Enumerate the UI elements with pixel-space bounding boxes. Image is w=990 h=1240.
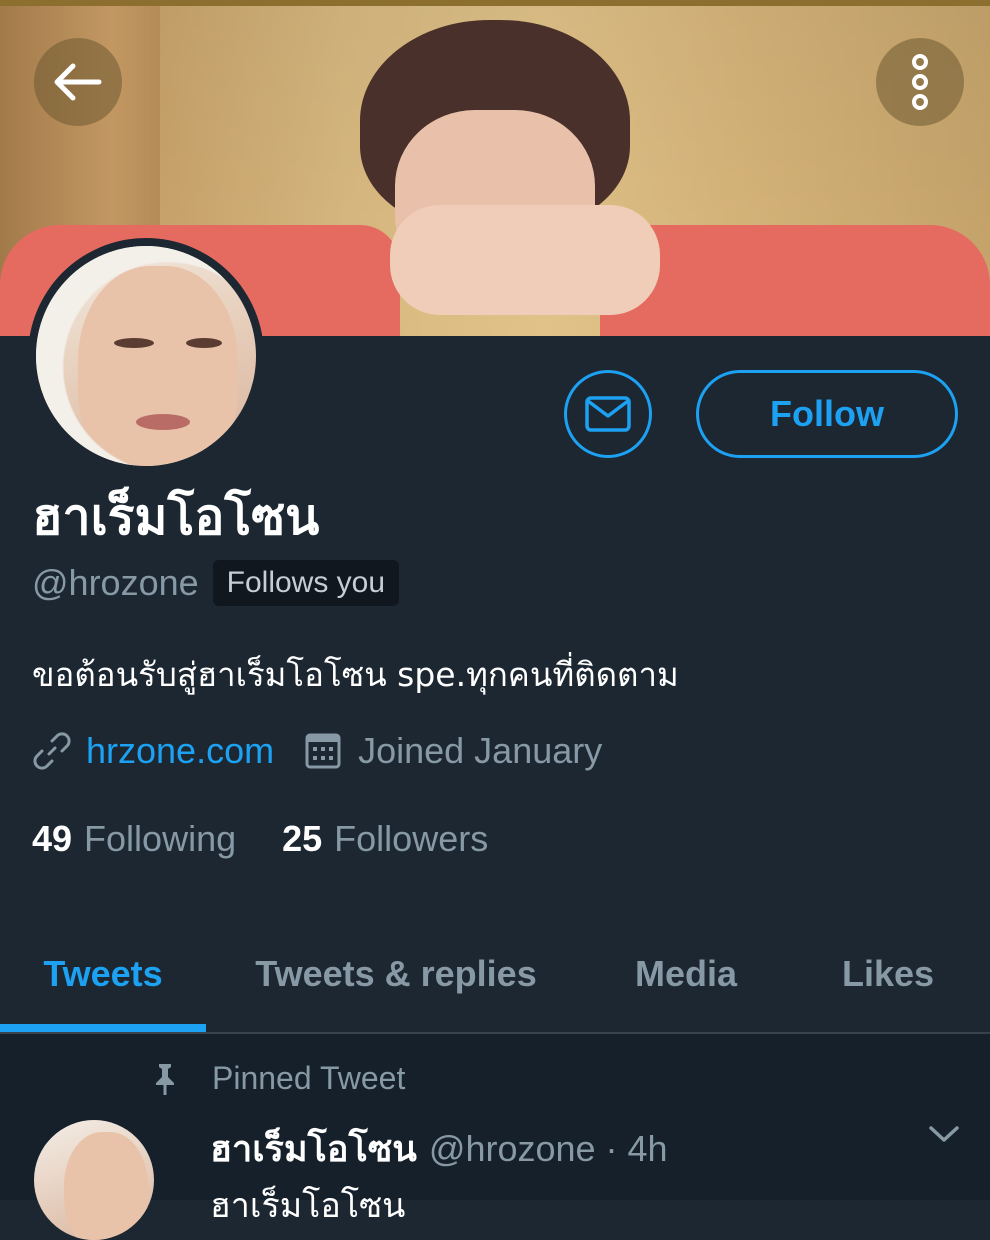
profile-website-link[interactable]: hrzone.com [86,730,274,772]
chevron-down-icon [929,1126,959,1142]
profile-stats: 49 Following 25 Followers [32,818,534,860]
follow-button[interactable]: Follow [696,370,958,458]
profile-display-name: ฮาเร็มโอโซน [32,488,320,546]
follows-you-badge: Follows you [212,560,400,606]
more-options-button[interactable] [876,38,964,126]
handle-row: @hrozone Follows you [32,560,400,606]
avatar-hood [36,246,256,466]
active-tab-indicator [0,1024,206,1032]
following-count[interactable]: 49 [32,818,72,860]
profile-handle: @hrozone [32,562,199,603]
tab-tweets-replies[interactable]: Tweets & replies [206,922,586,1026]
tweet-menu-button[interactable] [928,1124,960,1149]
back-button[interactable] [34,38,122,126]
profile-tabs: Tweets Tweets & replies Media Likes [0,922,990,1032]
pinned-tweet-label: Pinned Tweet [212,1060,406,1096]
pin-icon [156,1063,174,1095]
tweet-header: ฮาเร็มโอโซน @hrozone · 4h [210,1120,668,1177]
tab-tweets[interactable]: Tweets [0,922,206,1026]
tweet-author-avatar[interactable] [34,1120,154,1240]
avatar-image [36,246,256,466]
followers-label[interactable]: Followers [334,818,488,860]
arrow-left-icon [54,63,102,101]
profile-joined-date: Joined January [358,730,603,771]
banner-sleeve-right [600,225,990,336]
avatar-lips [136,414,190,430]
avatar-eye [186,338,222,348]
tweet-text: ฮาเร็มโอโซน [210,1186,406,1226]
pinned-indicator: Pinned Tweet [150,1060,405,1097]
tab-likes[interactable]: Likes [786,922,990,1026]
more-vertical-icon [912,54,928,110]
profile-avatar[interactable] [28,238,264,474]
avatar-eye [114,338,154,348]
tweet-avatar-face [64,1132,148,1240]
envelope-icon [585,396,631,432]
profile-meta: hrzone.com Joined January [32,730,602,772]
profile-bio: ขอต้อนรับสู่ฮาเร็มโอโซน spe.ทุกคนที่ติดต… [32,655,679,694]
following-label[interactable]: Following [84,818,236,860]
banner-person-hands [390,205,660,315]
message-button[interactable] [564,370,652,458]
followers-count[interactable]: 25 [282,818,322,860]
tab-media[interactable]: Media [586,922,786,1026]
calendar-icon [305,733,341,769]
link-icon [33,732,71,770]
tweet-author-name[interactable]: ฮาเร็มโอโซน [210,1120,417,1177]
tweet-author-meta: @hrozone · 4h [428,1128,668,1169]
